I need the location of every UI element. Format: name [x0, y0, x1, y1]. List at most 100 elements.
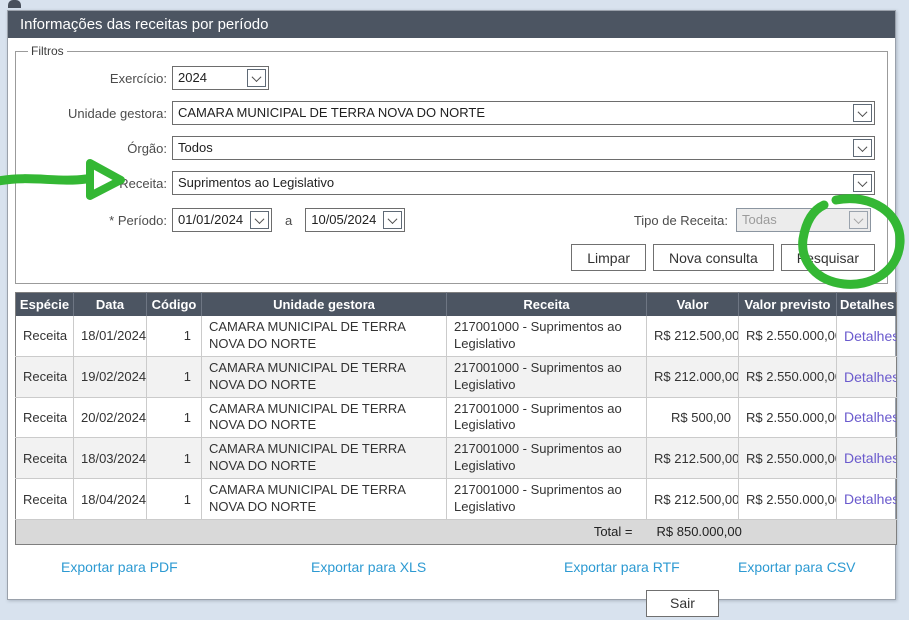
- cell-detalhes: Detalhes: [837, 316, 897, 356]
- export-links-row: Exportar para PDF Exportar para XLS Expo…: [8, 559, 895, 579]
- nova-consulta-button[interactable]: Nova consulta: [653, 244, 774, 271]
- header-detalhes: Detalhes: [837, 293, 897, 317]
- cell-data: 18/01/2024: [74, 316, 147, 356]
- cell-receita: 217001000 - Suprimentos ao Legislativo: [447, 316, 647, 356]
- cell-receita: 217001000 - Suprimentos ao Legislativo: [447, 397, 647, 438]
- screen-edge-fragment: [8, 0, 21, 8]
- main-window: Informações das receitas por período Fil…: [7, 10, 896, 600]
- exercicio-label: Exercício:: [24, 71, 167, 86]
- periodo-from-value: 01/01/2024: [173, 209, 248, 231]
- cell-unidade-gestora: CAMARA MUNICIPAL DE TERRA NOVA DO NORTE: [202, 397, 447, 438]
- tipo-receita-select: Todas: [736, 208, 871, 232]
- filters-legend: Filtros: [28, 44, 67, 58]
- header-unidade-gestora: Unidade gestora: [202, 293, 447, 317]
- detalhes-link[interactable]: Detalhes: [844, 409, 897, 425]
- limpar-button[interactable]: Limpar: [571, 244, 646, 271]
- receita-value: Suprimentos ao Legislativo: [173, 172, 851, 194]
- chevron-down-icon[interactable]: [853, 174, 872, 192]
- orgao-row: Órgão: Todos: [24, 136, 881, 160]
- cell-codigo: 1: [147, 479, 202, 520]
- chevron-down-icon[interactable]: [853, 139, 872, 157]
- cell-data: 20/02/2024: [74, 397, 147, 438]
- cell-valor-previsto: R$ 2.550.000,00: [739, 316, 837, 356]
- header-receita: Receita: [447, 293, 647, 317]
- cell-unidade-gestora: CAMARA MUNICIPAL DE TERRA NOVA DO NORTE: [202, 438, 447, 479]
- table-row: Receita18/03/20241CAMARA MUNICIPAL DE TE…: [16, 438, 897, 479]
- table-row: Receita20/02/20241CAMARA MUNICIPAL DE TE…: [16, 397, 897, 438]
- total-label: Total =: [16, 519, 647, 544]
- cell-valor-previsto: R$ 2.550.000,00: [739, 397, 837, 438]
- cell-detalhes: Detalhes: [837, 356, 897, 397]
- header-especie: Espécie: [16, 293, 74, 317]
- filter-buttons-row: Limpar Nova consulta Pesquisar: [24, 244, 875, 271]
- pesquisar-button[interactable]: Pesquisar: [781, 244, 875, 271]
- chevron-down-icon[interactable]: [247, 69, 266, 87]
- periodo-from-select[interactable]: 01/01/2024: [172, 208, 272, 232]
- exercicio-row: Exercício: 2024: [24, 66, 881, 90]
- window-title: Informações das receitas por período: [20, 16, 268, 33]
- cell-unidade-gestora: CAMARA MUNICIPAL DE TERRA NOVA DO NORTE: [202, 356, 447, 397]
- cell-valor: R$ 212.500,00: [647, 316, 739, 356]
- export-rtf-link[interactable]: Exportar para RTF: [564, 559, 680, 575]
- cell-valor: R$ 212.500,00: [647, 438, 739, 479]
- cell-especie: Receita: [16, 479, 74, 520]
- cell-detalhes: Detalhes: [837, 397, 897, 438]
- cell-valor: R$ 212.500,00: [647, 479, 739, 520]
- total-value: R$ 850.000,00: [647, 519, 897, 544]
- receita-row: Receita: Suprimentos ao Legislativo: [24, 171, 881, 195]
- cell-detalhes: Detalhes: [837, 479, 897, 520]
- cell-especie: Receita: [16, 356, 74, 397]
- detalhes-link[interactable]: Detalhes: [844, 328, 897, 344]
- detalhes-link[interactable]: Detalhes: [844, 491, 897, 507]
- total-row: Total = R$ 850.000,00: [16, 519, 897, 544]
- cell-codigo: 1: [147, 438, 202, 479]
- cell-detalhes: Detalhes: [837, 438, 897, 479]
- periodo-label: * Período:: [24, 213, 167, 228]
- cell-data: 18/03/2024: [74, 438, 147, 479]
- periodo-row: * Período: 01/01/2024 a 10/05/2024 Tipo …: [24, 208, 881, 232]
- table-row: Receita18/01/20241CAMARA MUNICIPAL DE TE…: [16, 316, 897, 356]
- sair-button[interactable]: Sair: [646, 590, 719, 617]
- header-codigo: Código: [147, 293, 202, 317]
- window-title-bar: Informações das receitas por período: [8, 11, 895, 38]
- chevron-down-icon: [849, 211, 868, 229]
- tipo-receita-group: Tipo de Receita: Todas: [634, 208, 881, 232]
- cell-data: 19/02/2024: [74, 356, 147, 397]
- filters-fieldset: Filtros Exercício: 2024 Unidade gestora:…: [15, 44, 888, 284]
- cell-valor: R$ 500,00: [647, 397, 739, 438]
- detalhes-link[interactable]: Detalhes: [844, 450, 897, 466]
- orgao-select[interactable]: Todos: [172, 136, 875, 160]
- results-table: Espécie Data Código Unidade gestora Rece…: [15, 292, 897, 545]
- orgao-label: Órgão:: [24, 141, 167, 156]
- exercicio-value: 2024: [173, 67, 245, 89]
- table-header: Espécie Data Código Unidade gestora Rece…: [16, 293, 897, 317]
- cell-codigo: 1: [147, 397, 202, 438]
- cell-unidade-gestora: CAMARA MUNICIPAL DE TERRA NOVA DO NORTE: [202, 316, 447, 356]
- chevron-down-icon[interactable]: [853, 104, 872, 122]
- export-pdf-link[interactable]: Exportar para PDF: [61, 559, 178, 575]
- cell-valor: R$ 212.000,00: [647, 356, 739, 397]
- chevron-down-icon[interactable]: [383, 211, 402, 229]
- cell-especie: Receita: [16, 316, 74, 356]
- detalhes-link[interactable]: Detalhes: [844, 369, 897, 385]
- periodo-to-value: 10/05/2024: [306, 209, 381, 231]
- unidade-gestora-value: CAMARA MUNICIPAL DE TERRA NOVA DO NORTE: [173, 102, 851, 124]
- unidade-gestora-row: Unidade gestora: CAMARA MUNICIPAL DE TER…: [24, 101, 881, 125]
- unidade-gestora-select[interactable]: CAMARA MUNICIPAL DE TERRA NOVA DO NORTE: [172, 101, 875, 125]
- table-row: Receita18/04/20241CAMARA MUNICIPAL DE TE…: [16, 479, 897, 520]
- unidade-gestora-label: Unidade gestora:: [24, 106, 167, 121]
- export-xls-link[interactable]: Exportar para XLS: [311, 559, 426, 575]
- chevron-down-icon[interactable]: [250, 211, 269, 229]
- cell-valor-previsto: R$ 2.550.000,00: [739, 479, 837, 520]
- export-csv-link[interactable]: Exportar para CSV: [738, 559, 856, 575]
- receita-select[interactable]: Suprimentos ao Legislativo: [172, 171, 875, 195]
- exercicio-select[interactable]: 2024: [172, 66, 269, 90]
- cell-codigo: 1: [147, 356, 202, 397]
- periodo-separator: a: [285, 213, 292, 228]
- cell-data: 18/04/2024: [74, 479, 147, 520]
- periodo-to-select[interactable]: 10/05/2024: [305, 208, 405, 232]
- tipo-receita-value: Todas: [737, 209, 847, 231]
- cell-valor-previsto: R$ 2.550.000,00: [739, 356, 837, 397]
- orgao-value: Todos: [173, 137, 851, 159]
- cell-especie: Receita: [16, 438, 74, 479]
